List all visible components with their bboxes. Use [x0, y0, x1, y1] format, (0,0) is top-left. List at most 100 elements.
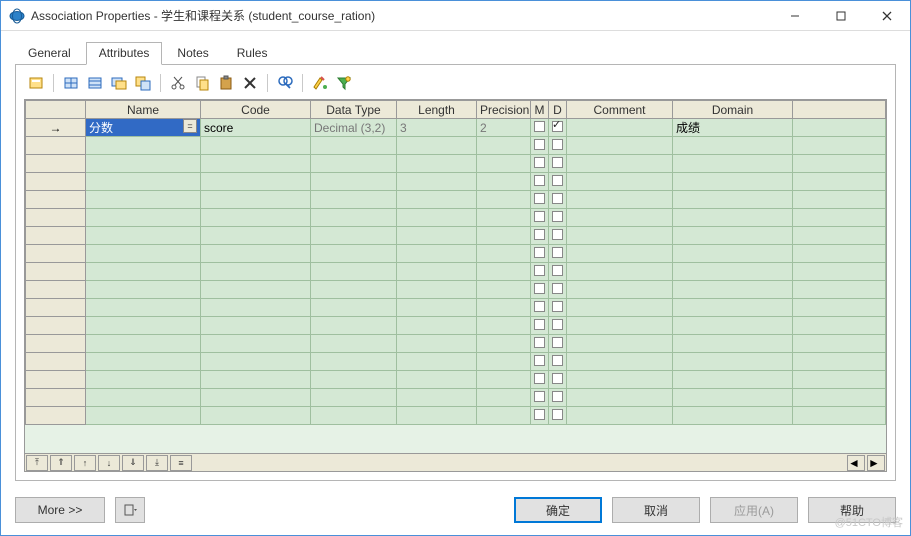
cell-domain[interactable]	[673, 191, 793, 209]
cell-precision[interactable]	[477, 263, 531, 281]
m-checkbox[interactable]	[534, 265, 545, 276]
cell-name[interactable]	[86, 263, 201, 281]
cell-name[interactable]	[86, 209, 201, 227]
cell-precision[interactable]	[477, 389, 531, 407]
cell-length[interactable]	[397, 173, 477, 191]
row-header[interactable]	[26, 353, 86, 371]
m-checkbox[interactable]	[534, 193, 545, 204]
properties-icon[interactable]	[26, 73, 46, 93]
cell-name[interactable]	[86, 353, 201, 371]
cell-name[interactable]	[86, 335, 201, 353]
d-checkbox[interactable]	[552, 409, 563, 420]
d-checkbox[interactable]	[552, 319, 563, 330]
cell-precision[interactable]	[477, 335, 531, 353]
cell-precision[interactable]	[477, 173, 531, 191]
cell-precision[interactable]	[477, 299, 531, 317]
cell-code[interactable]: score	[201, 119, 311, 137]
cell-datatype[interactable]	[311, 227, 397, 245]
cell-domain[interactable]	[673, 389, 793, 407]
cell-precision[interactable]	[477, 281, 531, 299]
cell-datatype[interactable]	[311, 137, 397, 155]
col-header-domain[interactable]: Domain	[673, 101, 793, 119]
cell-m[interactable]	[531, 281, 549, 299]
cell-domain[interactable]: 成绩	[673, 119, 793, 137]
cell-datatype[interactable]	[311, 209, 397, 227]
cell-name[interactable]	[86, 191, 201, 209]
cell-domain[interactable]	[673, 155, 793, 173]
cell-code[interactable]	[201, 281, 311, 299]
cell-datatype[interactable]	[311, 245, 397, 263]
nav-first-icon[interactable]: ⤒	[26, 455, 48, 471]
cell-comment[interactable]	[567, 407, 673, 425]
cut-icon[interactable]	[168, 73, 188, 93]
cell-length[interactable]	[397, 137, 477, 155]
row-header[interactable]	[26, 191, 86, 209]
cell-name[interactable]	[86, 137, 201, 155]
m-checkbox[interactable]	[534, 301, 545, 312]
cell-length[interactable]	[397, 317, 477, 335]
cell-length[interactable]	[397, 209, 477, 227]
col-header-datatype[interactable]: Data Type	[311, 101, 397, 119]
col-header-name[interactable]: Name	[86, 101, 201, 119]
cell-m[interactable]	[531, 299, 549, 317]
nav-last-icon[interactable]: ⤓	[146, 455, 168, 471]
preview-dropdown-button[interactable]	[115, 497, 145, 523]
cell-d[interactable]	[549, 407, 567, 425]
cell-m[interactable]	[531, 407, 549, 425]
cell-datatype[interactable]	[311, 389, 397, 407]
cell-code[interactable]	[201, 407, 311, 425]
customize-columns-icon[interactable]	[310, 73, 330, 93]
d-checkbox[interactable]	[552, 121, 563, 132]
col-header-precision[interactable]: Precision	[477, 101, 531, 119]
cell-length[interactable]	[397, 371, 477, 389]
cell-m[interactable]	[531, 389, 549, 407]
col-header-d[interactable]: D	[549, 101, 567, 119]
d-checkbox[interactable]	[552, 391, 563, 402]
cell-datatype[interactable]: Decimal (3,2)	[311, 119, 397, 137]
cell-name[interactable]	[86, 371, 201, 389]
cell-comment[interactable]	[567, 263, 673, 281]
row-header[interactable]	[26, 137, 86, 155]
m-checkbox[interactable]	[534, 409, 545, 420]
cell-d[interactable]	[549, 191, 567, 209]
cell-d[interactable]	[549, 299, 567, 317]
cell-m[interactable]	[531, 371, 549, 389]
more-button[interactable]: More >>	[15, 497, 105, 523]
cell-domain[interactable]	[673, 245, 793, 263]
cell-comment[interactable]	[567, 227, 673, 245]
cell-m[interactable]	[531, 191, 549, 209]
cell-name[interactable]	[86, 173, 201, 191]
cell-precision[interactable]	[477, 155, 531, 173]
cell-m[interactable]	[531, 227, 549, 245]
cell-d[interactable]	[549, 335, 567, 353]
cell-domain[interactable]	[673, 281, 793, 299]
cell-datatype[interactable]	[311, 191, 397, 209]
cell-code[interactable]	[201, 371, 311, 389]
ok-button[interactable]: 确定	[514, 497, 602, 523]
cell-code[interactable]	[201, 353, 311, 371]
cell-domain[interactable]	[673, 317, 793, 335]
cell-comment[interactable]	[567, 371, 673, 389]
cell-datatype[interactable]	[311, 281, 397, 299]
cell-comment[interactable]	[567, 299, 673, 317]
cell-d[interactable]	[549, 119, 567, 137]
cell-d[interactable]	[549, 137, 567, 155]
cell-precision[interactable]	[477, 191, 531, 209]
cell-length[interactable]	[397, 191, 477, 209]
cell-length[interactable]	[397, 335, 477, 353]
cell-domain[interactable]	[673, 299, 793, 317]
cell-comment[interactable]	[567, 317, 673, 335]
d-checkbox[interactable]	[552, 157, 563, 168]
cell-code[interactable]	[201, 389, 311, 407]
cell-precision[interactable]: 2	[477, 119, 531, 137]
filter-icon[interactable]	[334, 73, 354, 93]
cell-domain[interactable]	[673, 371, 793, 389]
col-header-m[interactable]: M	[531, 101, 549, 119]
cell-m[interactable]	[531, 245, 549, 263]
cell-d[interactable]	[549, 155, 567, 173]
cell-name[interactable]	[86, 245, 201, 263]
row-header[interactable]	[26, 317, 86, 335]
nav-up-icon[interactable]: ↑	[74, 455, 96, 471]
cell-m[interactable]	[531, 353, 549, 371]
cell-datatype[interactable]	[311, 299, 397, 317]
